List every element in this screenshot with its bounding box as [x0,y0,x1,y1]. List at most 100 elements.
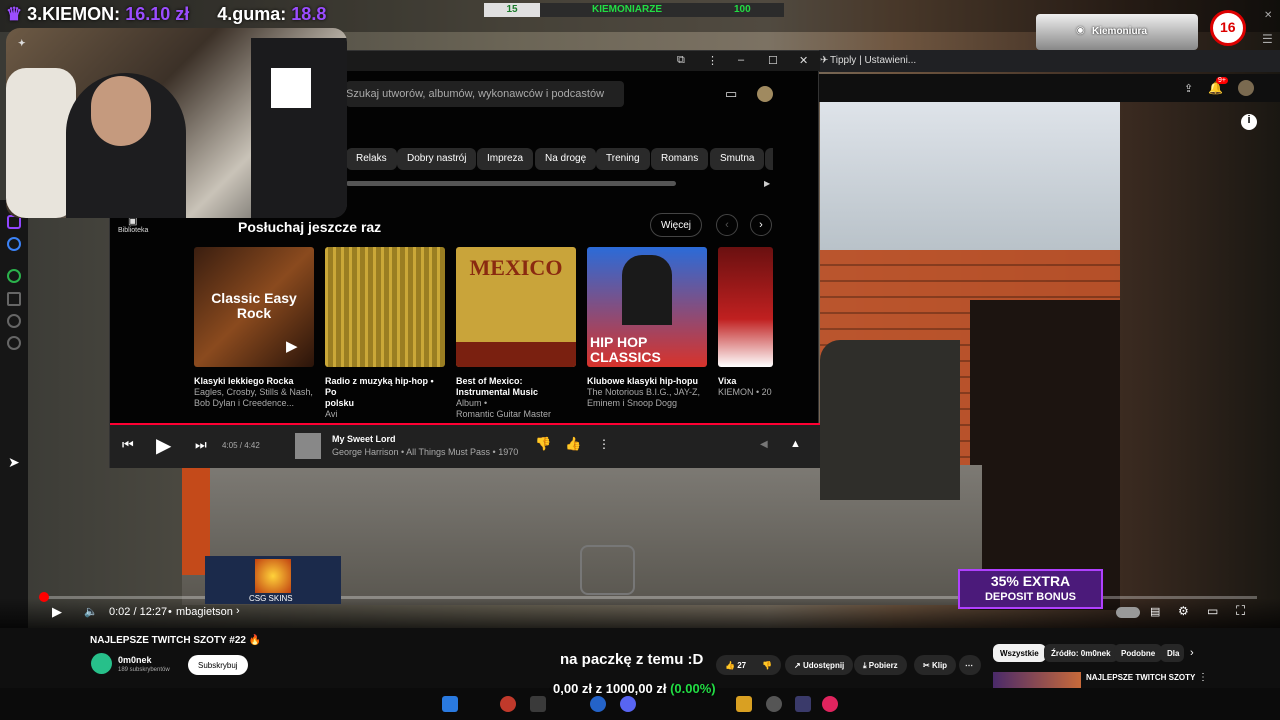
like-button[interactable]: 👍 27 👎 [716,655,782,675]
messenger-icon[interactable] [7,237,21,251]
chip-na-droge[interactable]: Na drogę [535,148,597,170]
download-button[interactable]: ⤓ Pobierz [854,655,907,675]
chapter-chevron-icon[interactable]: › [236,605,240,617]
theater-icon[interactable]: ▭ [1207,604,1218,618]
share-icon: ↗ [794,661,801,670]
start-icon[interactable] [442,696,458,712]
box-icon[interactable] [7,292,21,306]
song-title[interactable]: My Sweet Lord [332,434,396,444]
card-art-band [456,342,576,367]
share-button[interactable]: ↗ Udostępnij [785,655,854,675]
next-icon[interactable]: ⏭ [195,437,207,453]
chip-romans[interactable]: Romans [651,148,709,170]
card-thumb [325,247,445,367]
song-more-icon[interactable]: ⋮ [598,437,610,451]
carousel-next-icon[interactable]: › [750,214,772,236]
fullscreen-icon[interactable]: ⛶ [1236,603,1245,619]
folder-icon[interactable] [736,696,752,712]
subscribe-button[interactable]: Subskrybuj [188,655,248,675]
youtube-music-icon[interactable] [822,696,838,712]
chapter-title[interactable]: mbagietson [176,606,233,618]
rec-thumbnail[interactable] [993,672,1081,688]
brand-logo-icon: 16 [1210,10,1246,46]
music-player-bar: ⏮ ▶ ⏭ 4:05 / 4:42 My Sweet Lord George H… [110,423,820,468]
discord-icon[interactable] [620,696,636,712]
search-input[interactable]: Szukaj utworów, albumów, wykonawców i po… [346,81,624,107]
history-icon[interactable] [7,314,21,328]
spotify-icon[interactable] [7,269,21,283]
rec-more-icon[interactable]: ⋮ [1198,672,1208,683]
upload-icon[interactable]: ⇪ [1184,82,1193,95]
opera-icon[interactable] [500,696,516,712]
dislike-icon[interactable]: 👎 [535,436,551,452]
maximize-icon[interactable]: ☐ [768,54,778,67]
avatar[interactable] [1238,80,1254,96]
previous-icon[interactable]: ⏮ [122,437,134,453]
subtitles-icon[interactable]: ▤ [1150,605,1160,618]
volume-icon[interactable]: ◀ [760,439,768,450]
card-thumb: HIP HOP CLASSICS [587,247,707,367]
chip-smutna[interactable]: Smutna [710,148,765,170]
steam-icon[interactable] [590,696,606,712]
download-icon: ⤓ [863,661,867,670]
chips-scrollbar[interactable] [346,181,676,186]
rec-chip-for-you[interactable]: Dla [1160,644,1184,662]
library-nav[interactable]: ▣ Biblioteka [118,216,148,234]
skins-ad-label: CSG SKINS [249,594,293,603]
video-volume-icon[interactable]: 🔈 [84,605,98,618]
more-actions-icon[interactable]: ⋯ [959,655,981,675]
video-play-icon[interactable]: ▶ [52,604,62,620]
obs-icon[interactable] [766,696,782,712]
channel-brand-banner: ◉ Kiemoniura [1036,14,1198,50]
donor-ranking: ♛ 3.KIEMON: 16.10 zł 4.guma: 18.8 [6,4,327,24]
rec-title[interactable]: NAJLEPSZE TWITCH SZOTY [1086,673,1195,682]
channel-name[interactable]: 0m0nek [118,655,152,665]
more-vert-icon[interactable]: ⋮ [707,54,718,67]
info-icon[interactable]: i [1241,114,1257,130]
scissors-icon: ✂ [923,661,930,670]
cast-icon[interactable]: ▭ [725,86,737,102]
extension-icon[interactable]: ⧉ [677,54,685,67]
channel-avatar[interactable] [91,653,112,674]
settings-gear-icon[interactable]: ⚙ [1178,604,1189,618]
carousel-prev-icon[interactable]: ‹ [716,214,738,236]
menu-icon[interactable]: ☰ [1262,32,1273,46]
card-thumb [718,247,773,367]
tab-favicon-icon: ✈ [820,55,829,66]
card-subtitle-2: Eminem i Snoop Dogg [587,398,678,408]
settings-icon[interactable] [7,336,21,350]
card-classic-rock[interactable]: Classic Easy Rock ▶ Klasyki lekkiego Roc… [194,247,314,409]
rec-chip-all[interactable]: Wszystkie [993,644,1046,662]
chip-relaks[interactable]: Relaks [346,148,397,170]
card-vixa[interactable]: Vixa KIEMON • 20 [718,247,773,398]
clip-button[interactable]: ✂ Klip [914,655,957,675]
chip-dobry-nastroj[interactable]: Dobry nastrój [397,148,477,170]
rec-chip-source[interactable]: Źródło: 0m0nek [1044,644,1118,662]
more-button[interactable]: Więcej [650,213,703,237]
card-best-of-mexico[interactable]: MEXICO Best of Mexico: Instrumental Musi… [456,247,576,420]
card-hiphop-radio[interactable]: Radio z muzyką hip-hop • Po polsku Avi [325,247,445,420]
like-count: 27 [737,661,747,670]
window-close-icon[interactable]: ✕ [1264,10,1272,21]
taskbar-app-icon-2[interactable] [795,696,811,712]
rec-chip-similar[interactable]: Podobne [1114,644,1163,662]
autoplay-toggle[interactable] [1116,607,1140,618]
progress-scrubber[interactable] [39,592,49,602]
chip-trening[interactable]: Trening [596,148,650,170]
minimize-icon[interactable]: – [738,54,744,66]
card-hiphop-classics[interactable]: HIP HOP CLASSICS Klubowe klasyki hip-hop… [587,247,707,409]
rec-chips-next-icon[interactable]: › [1190,647,1194,659]
play-overlay-icon[interactable]: ▶ [286,337,298,355]
like-icon[interactable]: 👍 [565,436,581,452]
account-avatar[interactable] [757,86,773,102]
play-icon[interactable]: ▶ [156,433,171,458]
taskbar-app-icon[interactable] [530,696,546,712]
chapter-separator: • [168,606,172,618]
rank3-amount: 16.10 zł [125,4,190,24]
expand-icon[interactable]: ▲ [790,438,801,450]
scroll-right-icon[interactable]: ▶ [764,179,770,188]
card-subtitle: The Notorious B.I.G., JAY-Z, [587,387,701,397]
tab-tipply[interactable]: Tipply | Ustawieni... [830,55,916,66]
close-icon[interactable]: ✕ [799,54,808,67]
chip-impreza[interactable]: Impreza [477,148,534,170]
